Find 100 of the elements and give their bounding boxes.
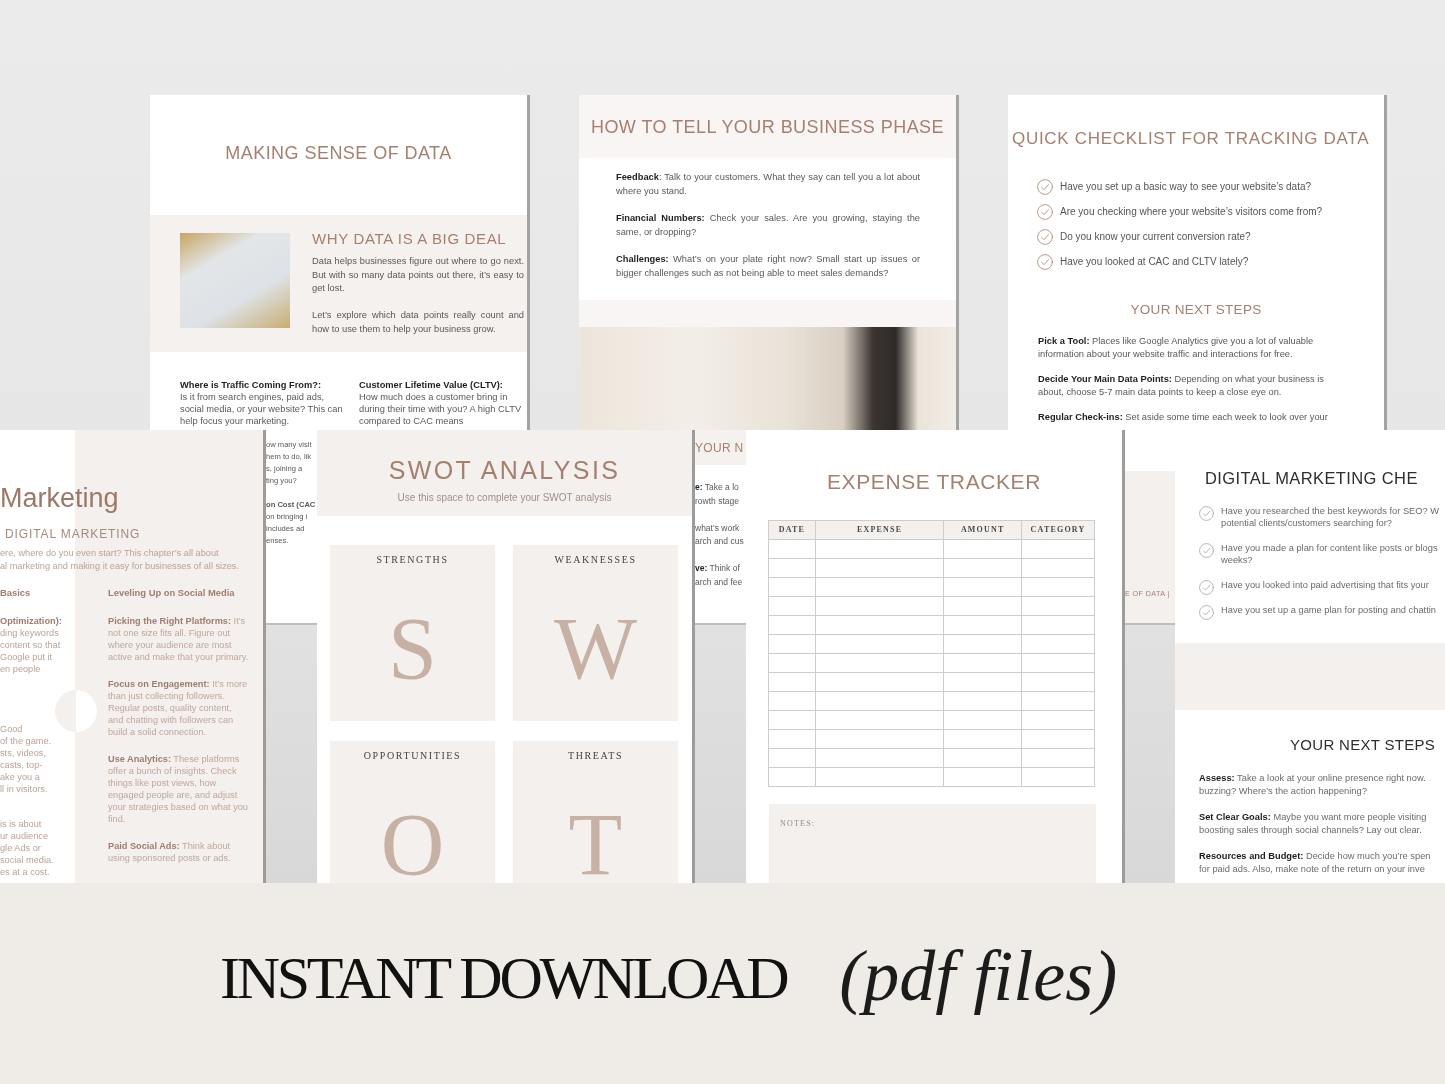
step-paragraph: Regular Check-ins: Set aside some time each week to look over your — [1038, 411, 1329, 424]
checklist-item-text: Have you set up a basic way to see your website’s data? — [1060, 180, 1312, 194]
text-fragment: en people — [0, 663, 41, 675]
checklist-item-text: Have you researched the best keywords for SEO? W potential clients/customers searching for? — [1221, 505, 1440, 529]
text-fragment: ur audience — [0, 830, 48, 842]
quadrant-letter: O — [380, 813, 445, 877]
body-paragraph: Challenges: What’s on your plate right now? Small start up issues or bigger challenges such as not being able to meet sales demands? — [616, 253, 920, 280]
body-paragraph: Let’s explore which data points really count and how to use them to help your business grow. — [312, 309, 524, 336]
table-entry-field — [768, 691, 816, 711]
text-fragment: Good — [0, 723, 23, 735]
checklist-item-text: Do you know your current conversion rate? — [1060, 230, 1251, 244]
table-entry-field — [768, 596, 816, 616]
text-fragment: social media. — [0, 854, 54, 866]
script-note: (pdf files) — [839, 935, 1118, 1016]
page-subtitle: Use this space to complete your SWOT analysis — [397, 492, 612, 504]
quadrant-letter: T — [568, 813, 623, 877]
text-fragment: ere, where do you even start? This chapter’s all about — [0, 546, 219, 560]
table-entry-field — [768, 615, 816, 635]
section-heading: YOUR NEXT STEPS — [1130, 301, 1262, 319]
body-paragraph: Data helps businesses figure out where to go next. But with so many data points out there, it’s easy to get lost. — [312, 255, 524, 295]
text-fragment: rowth stage — [695, 494, 739, 508]
text-fragment: ding keywords — [0, 627, 59, 639]
headline-text: INSTANT DOWNLOAD — [220, 947, 787, 1008]
text-fragment: e: Take a lo — [695, 481, 739, 494]
text-fragment: ake you a — [0, 771, 40, 783]
column-header: DATE — [768, 520, 816, 540]
column-heading: Customer Lifetime Value (CLTV): — [359, 379, 504, 391]
quadrant-label: STRENGTHS — [376, 554, 449, 566]
check-circle-icon — [1037, 229, 1053, 245]
text-fragment: casts, top- — [0, 759, 43, 771]
text-fragment: arch and fee — [695, 575, 743, 589]
table-entry-field — [768, 729, 816, 749]
text-fragment: of the game. — [0, 735, 52, 747]
body-paragraph: Financial Numbers: Check your sales. Are you growing, staying the same, or dropping? — [616, 212, 920, 239]
column-text: Is it from search engines, paid ads, social media, or your website? This can help focus your marketing. — [180, 391, 343, 427]
text-fragment: Optimization): — [0, 615, 62, 627]
text-fragment: es at a cost. — [0, 866, 50, 878]
column-header: EXPENSE — [815, 520, 944, 540]
check-circle-icon — [1037, 254, 1053, 270]
column-heading: Where is Traffic Coming From?: — [180, 379, 322, 391]
text-fragment: ve: Think of — [695, 562, 740, 575]
column-header: CATEGORY — [1021, 520, 1095, 540]
step-paragraph: Decide Your Main Data Points: Depending on what your business is about, choose 5-7 main data points to keep a close eye on. — [1038, 373, 1325, 399]
text-fragment: al marketing and making it easy for businesses of all sizes. — [0, 559, 239, 573]
step-paragraph: Pick a Tool: Places like Google Analytics give you a lot of valuable information about your website traffic and interactions for free. — [1038, 335, 1315, 361]
body-paragraph: Picking the Right Platforms: It’s not one size fits all. Figure out where your audience are most active and make that your primary. — [108, 615, 249, 663]
table-entry-field — [768, 577, 816, 597]
page-title: DIGITAL MARKETING CHE — [1205, 468, 1418, 488]
text-fragment: arch and cus — [695, 535, 744, 548]
checklist-item-text: Have you made a plan for content like posts or blogs weeks? — [1221, 542, 1438, 566]
table-entry-field — [768, 558, 816, 578]
quadrant-label: WEAKNESSES — [554, 554, 637, 566]
table-entry-field — [768, 710, 816, 730]
column-heading: Leveling Up on Social Media — [108, 587, 235, 599]
body-paragraph: Use Analytics: These platforms offer a bunch of insights. Check things like post views, how engaged people are, and adjust your strategies based on what you find. — [108, 753, 249, 825]
check-circle-icon — [1199, 580, 1214, 595]
check-circle-icon — [1037, 179, 1053, 195]
column-text: How much does a customer bring in during their time with you? A high CLTV compared to CAC means — [359, 391, 523, 427]
checklist-item-text: Have you looked into paid advertising that fits your — [1221, 579, 1429, 591]
text-fragment: gle Ads or — [0, 842, 41, 854]
table-entry-field — [768, 539, 816, 559]
section-heading: WHY DATA IS A BIG DEAL — [312, 230, 507, 248]
checklist-item-text: Have you set up a game plan for posting and chattin — [1221, 604, 1436, 616]
check-circle-icon — [1199, 605, 1214, 620]
section-heading: YOUR N — [695, 439, 744, 456]
text-fragment: Google put it — [0, 651, 53, 663]
notes-label: NOTES: — [780, 819, 816, 829]
table-entry-field — [768, 672, 816, 692]
page-title: Marketing — [0, 482, 119, 514]
step-paragraph: Assess: Take a look at your online presence right now. buzzing? Where’s the action happening? — [1199, 772, 1427, 798]
table-entry-field — [768, 634, 816, 654]
check-circle-icon — [1037, 204, 1053, 220]
text-fragment: what’s work — [695, 521, 740, 535]
page-title: MAKING SENSE OF DATA — [225, 143, 452, 163]
column-heading: Basics — [0, 587, 31, 599]
table-entry-field — [768, 653, 816, 673]
text-fragment: content so that — [0, 639, 61, 651]
page-title: HOW TO TELL YOUR BUSINESS PHASE — [590, 116, 945, 137]
body-paragraph: Feedback: Talk to your customers. What they say can tell you a lot about where you stand. — [616, 171, 920, 198]
table-entry-field — [768, 748, 816, 768]
checklist-item-text: Are you checking where your website’s visitors come from? — [1060, 205, 1323, 219]
quadrant-letter: S — [388, 617, 437, 681]
quadrant-label: OPPORTUNITIES — [363, 750, 462, 762]
checklist-item-text: Have you looked at CAC and CLTV lately? — [1060, 255, 1249, 269]
body-paragraph: Focus on Engagement: It’s more than just collecting followers. Regular posts, quality content, and chatting with followers can build a solid connection. — [108, 678, 249, 738]
body-paragraph: Paid Social Ads: Think about using sponsored posts or ads. — [108, 840, 232, 864]
page-title: EXPENSE TRACKER — [827, 469, 1041, 495]
check-circle-icon — [1199, 506, 1214, 521]
quadrant-letter: W — [553, 617, 638, 681]
text-fragment: is is about — [0, 818, 42, 830]
step-paragraph: Resources and Budget: Decide how much you’re spen for paid ads. Also, make note of the return on your inve — [1199, 850, 1432, 876]
page-title: SWOT ANALYSIS — [388, 455, 621, 485]
page-subtitle: DIGITAL MARKETING — [5, 528, 141, 540]
table-entry-field — [768, 767, 816, 787]
text-fragment: sts, videos, — [0, 747, 46, 759]
page-title: QUICK CHECKLIST FOR TRACKING DATA — [1012, 129, 1370, 149]
column-header: AMOUNT — [943, 520, 1022, 540]
quadrant-label: THREATS — [567, 750, 624, 762]
section-heading: YOUR NEXT STEPS — [1290, 736, 1436, 754]
check-circle-icon — [1199, 543, 1214, 558]
